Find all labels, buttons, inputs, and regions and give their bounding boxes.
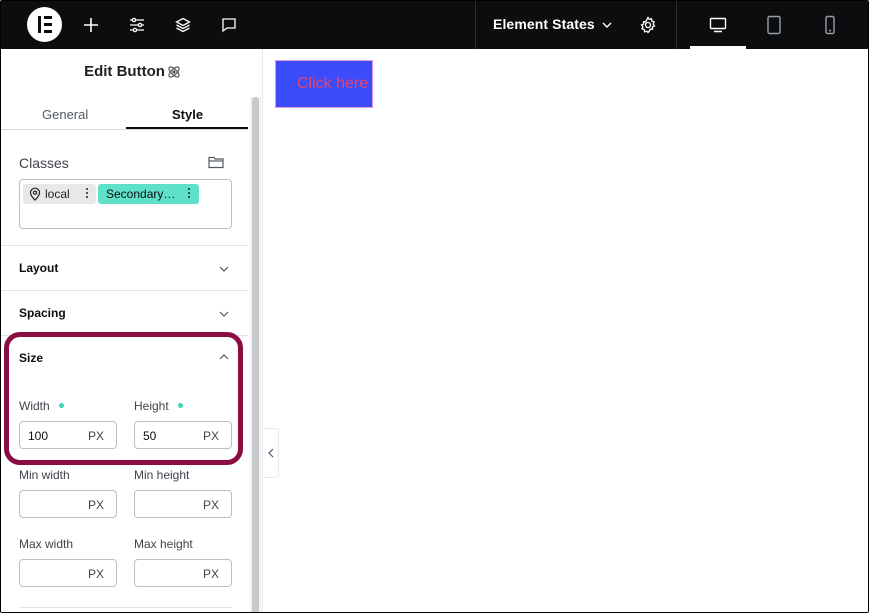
min-width-input[interactable]: PX (19, 490, 117, 518)
chevron-down-icon[interactable] (595, 13, 619, 37)
scrollbar-thumb[interactable] (252, 97, 259, 612)
min-width-unit-select[interactable]: PX (88, 498, 104, 512)
min-height-input[interactable]: PX (134, 490, 232, 518)
highlight-annotation (4, 332, 243, 465)
active-tab-indicator (126, 127, 248, 129)
desktop-icon[interactable] (706, 13, 730, 37)
class-chip-label: Secondary… (106, 187, 176, 201)
chevron-down-icon[interactable] (218, 308, 230, 320)
comment-icon[interactable] (217, 13, 241, 37)
max-width-label: Max width (19, 537, 74, 551)
tablet-icon[interactable] (762, 13, 786, 37)
atom-icon (166, 64, 182, 85)
section-spacing[interactable]: Spacing (19, 306, 66, 320)
canvas-button-label: Click here (297, 75, 369, 92)
canvas-button-widget[interactable]: Click here (275, 60, 373, 108)
chevron-left-icon (267, 448, 273, 458)
panel-title: Edit Button (84, 63, 165, 80)
max-width-input[interactable]: PX (19, 559, 117, 587)
gear-icon[interactable] (636, 13, 660, 37)
top-bar: Element States (1, 1, 868, 49)
more-options-icon[interactable] (187, 187, 191, 201)
divider (1, 245, 248, 246)
app-window: Element States Edit Button General Style… (0, 0, 869, 613)
mobile-icon[interactable] (818, 13, 842, 37)
folder-icon[interactable] (208, 155, 224, 174)
layers-icon[interactable] (171, 13, 195, 37)
max-height-unit-select[interactable]: PX (203, 567, 219, 581)
tab-style[interactable]: Style (172, 107, 203, 122)
min-width-label: Min width (19, 468, 70, 482)
class-chip-secondary[interactable]: Secondary… (98, 184, 199, 204)
chevron-down-icon[interactable] (218, 263, 230, 275)
section-layout[interactable]: Layout (19, 261, 58, 275)
min-height-label: Min height (134, 468, 190, 482)
max-width-unit-select[interactable]: PX (88, 567, 104, 581)
class-chip-local[interactable]: local (23, 184, 96, 204)
editor-canvas[interactable] (264, 49, 868, 612)
plus-icon[interactable] (79, 13, 103, 37)
max-height-input[interactable]: PX (134, 559, 232, 587)
divider (676, 1, 677, 49)
tab-general[interactable]: General (42, 107, 88, 122)
document-title[interactable]: Element States (493, 16, 595, 32)
divider (19, 607, 232, 608)
max-height-label: Max height (134, 537, 193, 551)
divider (475, 1, 476, 49)
more-options-icon[interactable] (85, 187, 89, 201)
location-pin-icon (29, 187, 41, 201)
divider (1, 290, 248, 291)
divider (1, 129, 248, 130)
classes-input[interactable]: local Secondary… (19, 179, 232, 229)
collapse-panel-button[interactable] (263, 428, 279, 478)
editor-panel: Edit Button General Style Classes local … (1, 49, 263, 612)
panel-tabs: General Style (1, 99, 248, 130)
elementor-logo-icon[interactable] (27, 7, 62, 42)
classes-label: Classes (19, 155, 69, 171)
class-chip-label: local (45, 187, 70, 201)
min-height-unit-select[interactable]: PX (203, 498, 219, 512)
sliders-icon[interactable] (125, 13, 149, 37)
